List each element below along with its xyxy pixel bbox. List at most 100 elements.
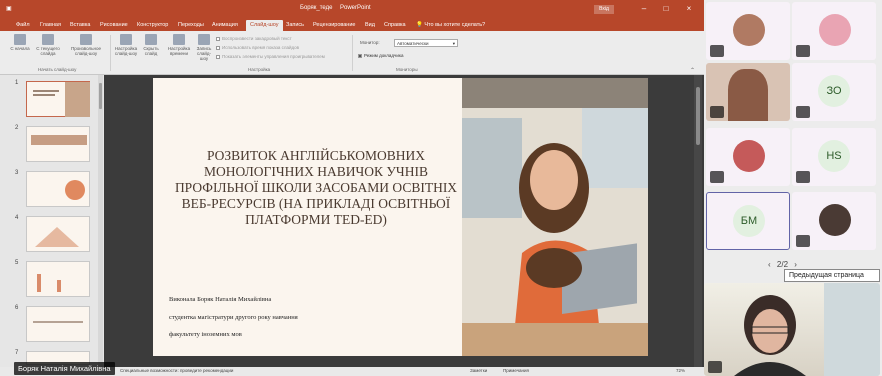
presenter-view-checkbox[interactable]: Режим докладчика (358, 53, 403, 58)
participant-tile-6[interactable]: HS (792, 128, 876, 186)
app-name: PowerPoint (340, 5, 371, 11)
rehearse-timings-button[interactable]: Настройка времени (165, 34, 193, 56)
setup-show-button[interactable]: Настройка слайд-шоу (112, 34, 140, 56)
participant-tile-4[interactable]: ЗО (792, 63, 876, 121)
tab-file[interactable]: Файл (16, 20, 30, 31)
student-illustration (462, 78, 648, 356)
initials-avatar: HS (818, 140, 850, 172)
tab-insert[interactable]: Вставка (70, 20, 90, 31)
participant-tile-8[interactable] (792, 192, 876, 250)
tab-design[interactable]: Конструктор (137, 20, 168, 31)
participant-tile-5[interactable] (706, 128, 790, 186)
tab-help[interactable]: Справка (384, 20, 406, 31)
chevron-right-icon[interactable]: › (794, 260, 797, 269)
use-timings-label: Использовать время показа слайдов (222, 45, 300, 50)
tab-animations[interactable]: Анимация (212, 20, 238, 31)
play-narrations-checkbox[interactable]: Воспроизвести закадровый текст (216, 36, 292, 41)
participant-tile-1[interactable] (706, 2, 790, 60)
thumb-bar (37, 274, 41, 292)
slide-number: 7 (15, 350, 19, 356)
record-show-button[interactable]: Запись слайд-шоу (193, 34, 215, 61)
close-icon[interactable]: × (683, 3, 695, 14)
mic-off-icon (796, 171, 810, 183)
slide-author-line[interactable]: студентка магістратури другого року навч… (169, 314, 298, 321)
custom-show-button[interactable]: Произвольное слайд-шоу (66, 34, 106, 56)
tab-record[interactable]: Запись (286, 20, 304, 31)
thumb-bar (57, 280, 61, 292)
signin-button[interactable]: Вхід (594, 5, 614, 14)
mic-off-icon (796, 235, 810, 247)
tab-draw[interactable]: Рисование (100, 20, 128, 31)
collapse-ribbon-icon[interactable]: ⌃ (690, 67, 695, 74)
mic-off-icon (796, 106, 810, 118)
initials-avatar: БМ (733, 205, 765, 237)
start-current-label: С текущего слайда (36, 46, 60, 56)
thumbnail-scrollbar[interactable] (98, 75, 103, 367)
tab-review[interactable]: Рецензирование (313, 20, 355, 31)
avatar (733, 14, 765, 46)
slide-thumbnail-4[interactable] (26, 216, 90, 252)
tell-me-label: Что вы хотите сделать? (424, 22, 486, 28)
title-bar: ▣ Боряк_теде PowerPoint Вхід – □ × (0, 0, 704, 18)
play-current-icon (42, 34, 54, 45)
slide-thumbnail-5[interactable] (26, 261, 90, 297)
comments-button[interactable]: Примечания (503, 368, 529, 373)
canvas-scrollbar[interactable] (694, 75, 702, 367)
custom-show-icon (80, 34, 92, 45)
slide-thumbnail-3[interactable] (26, 171, 90, 207)
participant-video (734, 283, 880, 376)
slide-thumbnail-2[interactable] (26, 126, 90, 162)
tab-slideshow[interactable]: Слайд-шоу (246, 20, 283, 31)
checkbox-icon (216, 45, 220, 50)
chevron-left-icon[interactable]: ‹ (768, 260, 771, 269)
slide-title[interactable]: Розвиток англійськомовних монологічних н… (171, 148, 461, 228)
thumb-text-line (33, 321, 83, 323)
slide-number: 4 (15, 215, 19, 221)
monitor-dropdown[interactable]: Автоматически ▾ (394, 39, 458, 47)
current-slide[interactable]: Розвиток англійськомовних монологічних н… (153, 78, 648, 356)
notes-button[interactable]: Заметки (470, 368, 487, 373)
maximize-icon[interactable]: □ (660, 3, 672, 14)
tab-home[interactable]: Главная (40, 20, 61, 31)
tooltip: Предыдущая страница (784, 269, 880, 282)
screen: ▣ Боряк_теде PowerPoint Вхід – □ × Файл … (0, 0, 882, 376)
participant-tile-7[interactable]: БМ (706, 192, 790, 250)
page-indicator: 2/2 (776, 260, 789, 269)
slide-author-line[interactable]: факультету іноземних мов (169, 331, 242, 338)
mic-off-icon (710, 106, 724, 118)
record-label: Запись слайд-шоу (196, 46, 212, 61)
show-controls-checkbox[interactable]: Показать элементы управления проигрывате… (216, 54, 325, 59)
checkbox-icon (216, 36, 220, 41)
participant-tile-2[interactable] (792, 2, 876, 60)
slide-thumbnail-6[interactable] (26, 306, 90, 342)
tab-transitions[interactable]: Переходы (178, 20, 204, 31)
play-icon (14, 34, 26, 45)
participant-video-tile-3[interactable] (706, 63, 790, 121)
timer-icon (173, 34, 185, 45)
slide-thumbnail-panel: 1 2 3 4 5 6 7 (0, 75, 104, 367)
student-photo[interactable] (462, 78, 648, 356)
play-narrations-label: Воспроизвести закадровый текст (222, 36, 292, 41)
accessibility-status[interactable]: Специальные возможности: проведите реком… (120, 368, 233, 373)
hide-slide-button[interactable]: Скрыть слайд (141, 34, 161, 56)
scrollbar-thumb[interactable] (696, 87, 700, 145)
slide-author-line[interactable]: Виконала Боряк Наталія Михайлівна (169, 296, 271, 303)
use-timings-checkbox[interactable]: Использовать время показа слайдов (216, 45, 299, 50)
checkbox-checked-icon (358, 53, 362, 58)
start-current-button[interactable]: С текущего слайда (33, 34, 63, 56)
tab-view[interactable]: Вид (365, 20, 375, 31)
minimize-icon[interactable]: – (638, 3, 650, 14)
thumb-images (31, 135, 87, 145)
start-beginning-button[interactable]: С начала (10, 34, 30, 51)
zoom-level[interactable]: 72% (676, 368, 685, 373)
initials-avatar: ЗО (818, 75, 850, 107)
hide-slide-icon (145, 34, 157, 45)
thumb-pyramid (35, 227, 79, 247)
scrollbar-thumb[interactable] (99, 83, 102, 109)
save-icon[interactable]: ▣ (6, 5, 12, 12)
slide-thumbnail-1[interactable] (26, 81, 90, 117)
self-video-tile[interactable] (704, 283, 880, 376)
avatar (819, 204, 851, 236)
tell-me-search[interactable]: 💡 Что вы хотите сделать? (416, 20, 485, 31)
checkbox-icon (216, 54, 220, 59)
